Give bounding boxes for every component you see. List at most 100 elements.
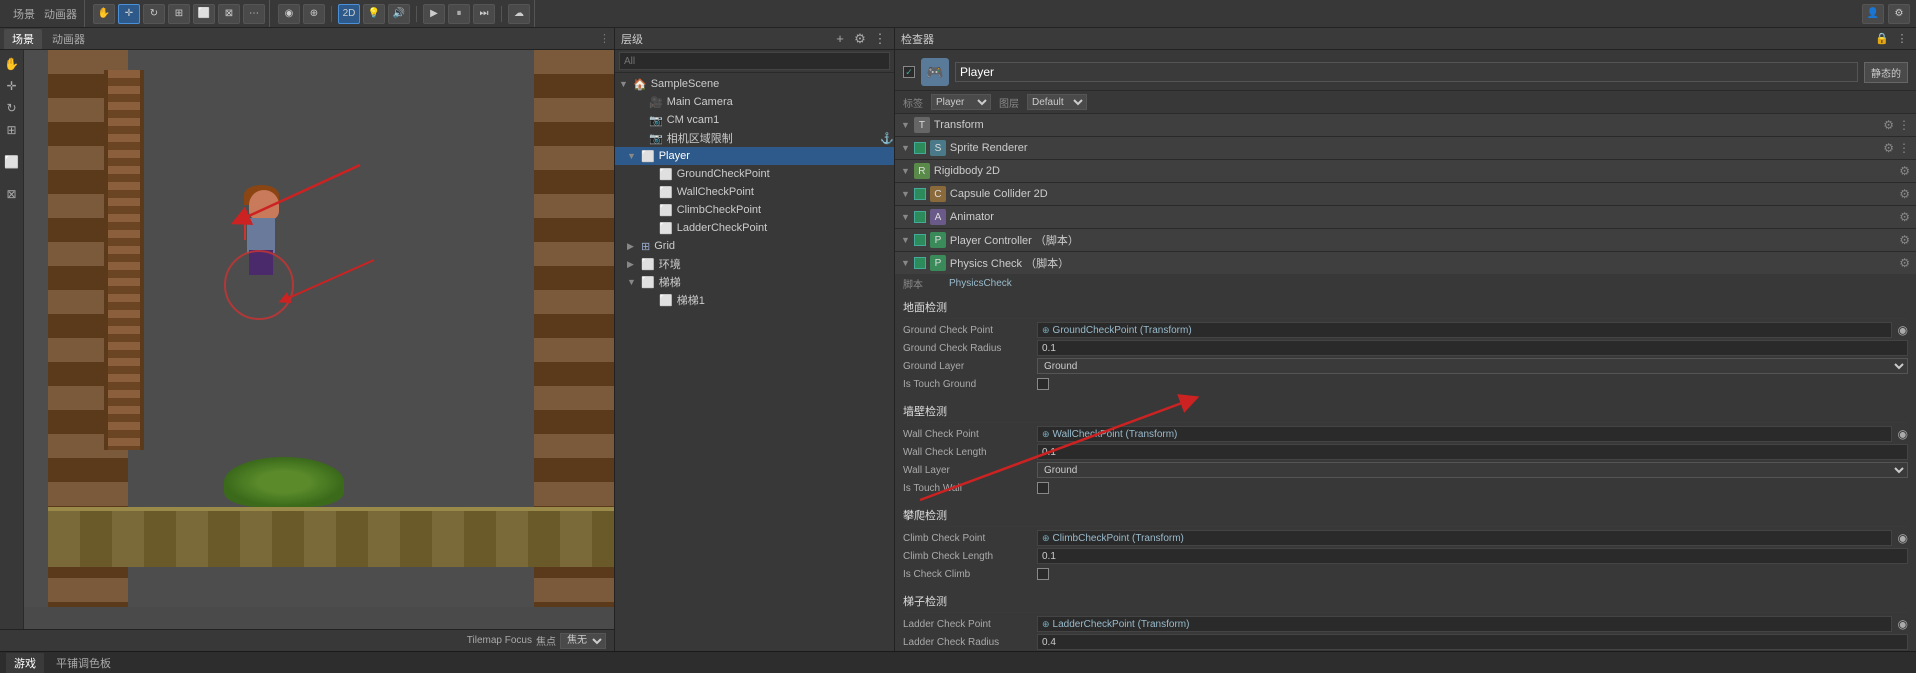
capsule-collider2d-header[interactable]: ▼ C Capsule Collider 2D ⚙	[895, 183, 1916, 205]
sprite-renderer-header[interactable]: ▼ S Sprite Renderer ⚙ ⋮	[895, 137, 1916, 159]
wall-check-length-value[interactable]: 0.1	[1037, 444, 1908, 460]
hierarchy-item-cmvcam1[interactable]: ▶ 📷 CM vcam1	[615, 111, 894, 129]
hierarchy-item-climbcheckpoint[interactable]: ▶ ⬜ ClimbCheckPoint	[615, 201, 894, 219]
climb-check-length-value[interactable]: 0.1	[1037, 548, 1908, 564]
climb-check-point-field: Climb Check Point ⊕ ClimbCheckPoint (Tra…	[903, 529, 1908, 547]
player-controller-checkbox[interactable]	[914, 234, 926, 246]
capsule-collider2d-settings-icon[interactable]: ⚙	[1899, 187, 1910, 201]
hierarchy-item-cameraregion[interactable]: ▶ 📷 相机区域限制 ⚓	[615, 129, 894, 147]
tag-select[interactable]: Player	[931, 94, 991, 110]
static-button[interactable]: 静态的	[1864, 62, 1908, 83]
rigidbody2d-header[interactable]: ▼ R Rigidbody 2D ⚙	[895, 160, 1916, 182]
scene-icon-scale[interactable]: ⊞	[2, 120, 22, 140]
hierarchy-item-laddercheckpoint[interactable]: ▶ ⬜ LadderCheckPoint	[615, 219, 894, 237]
climb-check-point-value[interactable]: ⊕ ClimbCheckPoint (Transform)	[1037, 530, 1892, 546]
mode-2d-btn[interactable]: 2D	[338, 4, 360, 24]
extra-tool[interactable]: ⋯	[243, 4, 265, 24]
is-touch-ground-checkbox[interactable]	[1037, 378, 1049, 390]
global-btn[interactable]: ⊕	[303, 4, 325, 24]
hierarchy-search-input[interactable]	[619, 52, 890, 70]
sprite-renderer-more-icon[interactable]: ⋮	[1898, 141, 1910, 155]
settings-btn[interactable]: ⚙	[1888, 4, 1910, 24]
object-name-input[interactable]	[955, 62, 1858, 82]
sprite-renderer-checkbox[interactable]	[914, 142, 926, 154]
rigidbody2d-settings-icon[interactable]: ⚙	[1899, 164, 1910, 178]
hierarchy-add-btn[interactable]: +	[832, 31, 848, 47]
scene-icon-hand[interactable]: ✋	[2, 54, 22, 74]
player-controller-header[interactable]: ▼ P Player Controller （脚本） ⚙	[895, 229, 1916, 251]
light-btn[interactable]: 💡	[363, 4, 385, 24]
hierarchy-dots-btn[interactable]: ⋮	[872, 31, 888, 47]
rect-tool[interactable]: ⬜	[193, 4, 215, 24]
animator-header[interactable]: ▼ A Animator ⚙	[895, 206, 1916, 228]
transform-settings-icon[interactable]: ⚙	[1883, 118, 1894, 132]
inspector-dots-btn[interactable]: ⋮	[1894, 31, 1910, 47]
bottom-tab-game[interactable]: 游戏	[6, 653, 44, 673]
ladder-check-radius-value[interactable]: 0.4	[1037, 634, 1908, 650]
ground-checkpoint-picker-icon[interactable]: ◉	[1898, 323, 1908, 337]
object-enable-checkbox[interactable]	[903, 66, 915, 78]
capsule-collider2d-checkbox[interactable]	[914, 188, 926, 200]
step-btn[interactable]: ⏭	[473, 4, 495, 24]
hierarchy-item-ladder[interactable]: ▼ ⬜ 梯梯	[615, 273, 894, 291]
scene-icon-rotate[interactable]: ↻	[2, 98, 22, 118]
inspector-content: 🎮 静态的 标签 Player 图层 Default ▼ T Tran	[895, 50, 1916, 651]
hierarchy-item-samplescene[interactable]: ▼ 🏠 SampleScene	[615, 75, 894, 93]
animator-tab[interactable]: 动画器	[44, 29, 93, 49]
hierarchy-content: ▼ 🏠 SampleScene ▶ 🎥 Main Camera ▶ 📷 CM v…	[615, 73, 894, 651]
hierarchy-item-maincamera[interactable]: ▶ 🎥 Main Camera	[615, 93, 894, 111]
wall-check-point-value[interactable]: ⊕ WallCheckPoint (Transform)	[1037, 426, 1892, 442]
scene-icon-custom[interactable]: ⊠	[2, 184, 22, 204]
component-rigidbody2d: ▼ R Rigidbody 2D ⚙	[895, 160, 1916, 183]
hierarchy-settings-btn[interactable]: ⚙	[852, 31, 868, 47]
move-tool[interactable]: ✛	[118, 4, 140, 24]
pause-btn[interactable]: ⏸	[448, 4, 470, 24]
play-btn[interactable]: ▶	[423, 4, 445, 24]
ladder-checkpoint-ref-text: LadderCheckPoint (Transform)	[1053, 619, 1190, 630]
rotate-tool[interactable]: ↻	[143, 4, 165, 24]
icon-environment: ⬜	[641, 258, 655, 271]
scene-icon-move[interactable]: ✛	[2, 76, 22, 96]
is-check-climb-checkbox[interactable]	[1037, 568, 1049, 580]
ground-layer-select[interactable]: Ground	[1037, 358, 1908, 374]
component-transform-header[interactable]: ▼ T Transform ⚙ ⋮	[895, 114, 1916, 136]
animator-checkbox[interactable]	[914, 211, 926, 223]
player-controller-settings-icon[interactable]: ⚙	[1899, 233, 1910, 247]
pivot-btn[interactable]: ◉	[278, 4, 300, 24]
transform-more-icon[interactable]: ⋮	[1898, 118, 1910, 132]
transform-tool[interactable]: ⊠	[218, 4, 240, 24]
hierarchy-item-environment[interactable]: ▶ ⬜ 环境	[615, 255, 894, 273]
audio-btn[interactable]: 🔊	[388, 4, 410, 24]
hand-tool[interactable]: ✋	[93, 4, 115, 24]
hierarchy-item-player[interactable]: ▼ ⬜ Player	[615, 147, 894, 165]
layer-select[interactable]: Default	[1027, 94, 1087, 110]
ground-check-radius-value[interactable]: 0.1	[1037, 340, 1908, 356]
is-touch-wall-checkbox[interactable]	[1037, 482, 1049, 494]
wall-layer-select[interactable]: Ground	[1037, 462, 1908, 478]
physics-check-header[interactable]: ▼ P Physics Check （脚本） ⚙	[895, 252, 1916, 274]
collab-btn[interactable]: ☁	[508, 4, 530, 24]
ground-check-point-value[interactable]: ⊕ GroundCheckPoint (Transform)	[1037, 322, 1892, 338]
hierarchy-panel: 层级 + ⚙ ⋮ ▼ 🏠 SampleScene ▶ 🎥 Main Camera	[615, 28, 895, 651]
physics-check-checkbox[interactable]	[914, 257, 926, 269]
ladder-check-point-value[interactable]: ⊕ LadderCheckPoint (Transform)	[1037, 616, 1892, 632]
hierarchy-item-groundcheckpoint[interactable]: ▶ ⬜ GroundCheckPoint	[615, 165, 894, 183]
bottom-tab-tilemap[interactable]: 平铺调色板	[48, 653, 119, 673]
hierarchy-item-ladder1[interactable]: ▶ ⬜ 梯梯1	[615, 291, 894, 309]
rigidbody2d-icon: R	[914, 163, 930, 179]
scene-icon-rect[interactable]: ⬜	[2, 152, 22, 172]
inspector-lock-btn[interactable]: 🔒	[1874, 31, 1890, 47]
physics-check-settings-icon[interactable]: ⚙	[1899, 256, 1910, 270]
hierarchy-item-grid[interactable]: ▶ ⊞ Grid	[615, 237, 894, 255]
hierarchy-item-wallcheckpoint[interactable]: ▶ ⬜ WallCheckPoint	[615, 183, 894, 201]
scene-tab[interactable]: 场景	[4, 29, 42, 49]
sprite-renderer-settings-icon[interactable]: ⚙	[1883, 141, 1894, 155]
climb-checkpoint-picker-icon[interactable]: ◉	[1898, 531, 1908, 545]
wall-checkpoint-picker-icon[interactable]: ◉	[1898, 427, 1908, 441]
scale-tool[interactable]: ⊞	[168, 4, 190, 24]
ladder-checkpoint-picker-icon[interactable]: ◉	[1898, 617, 1908, 631]
panel-dots[interactable]: ⋮	[599, 32, 610, 45]
account-btn[interactable]: 👤	[1862, 4, 1884, 24]
animator-settings-icon[interactable]: ⚙	[1899, 210, 1910, 224]
focus-select[interactable]: 焦无	[560, 633, 606, 649]
